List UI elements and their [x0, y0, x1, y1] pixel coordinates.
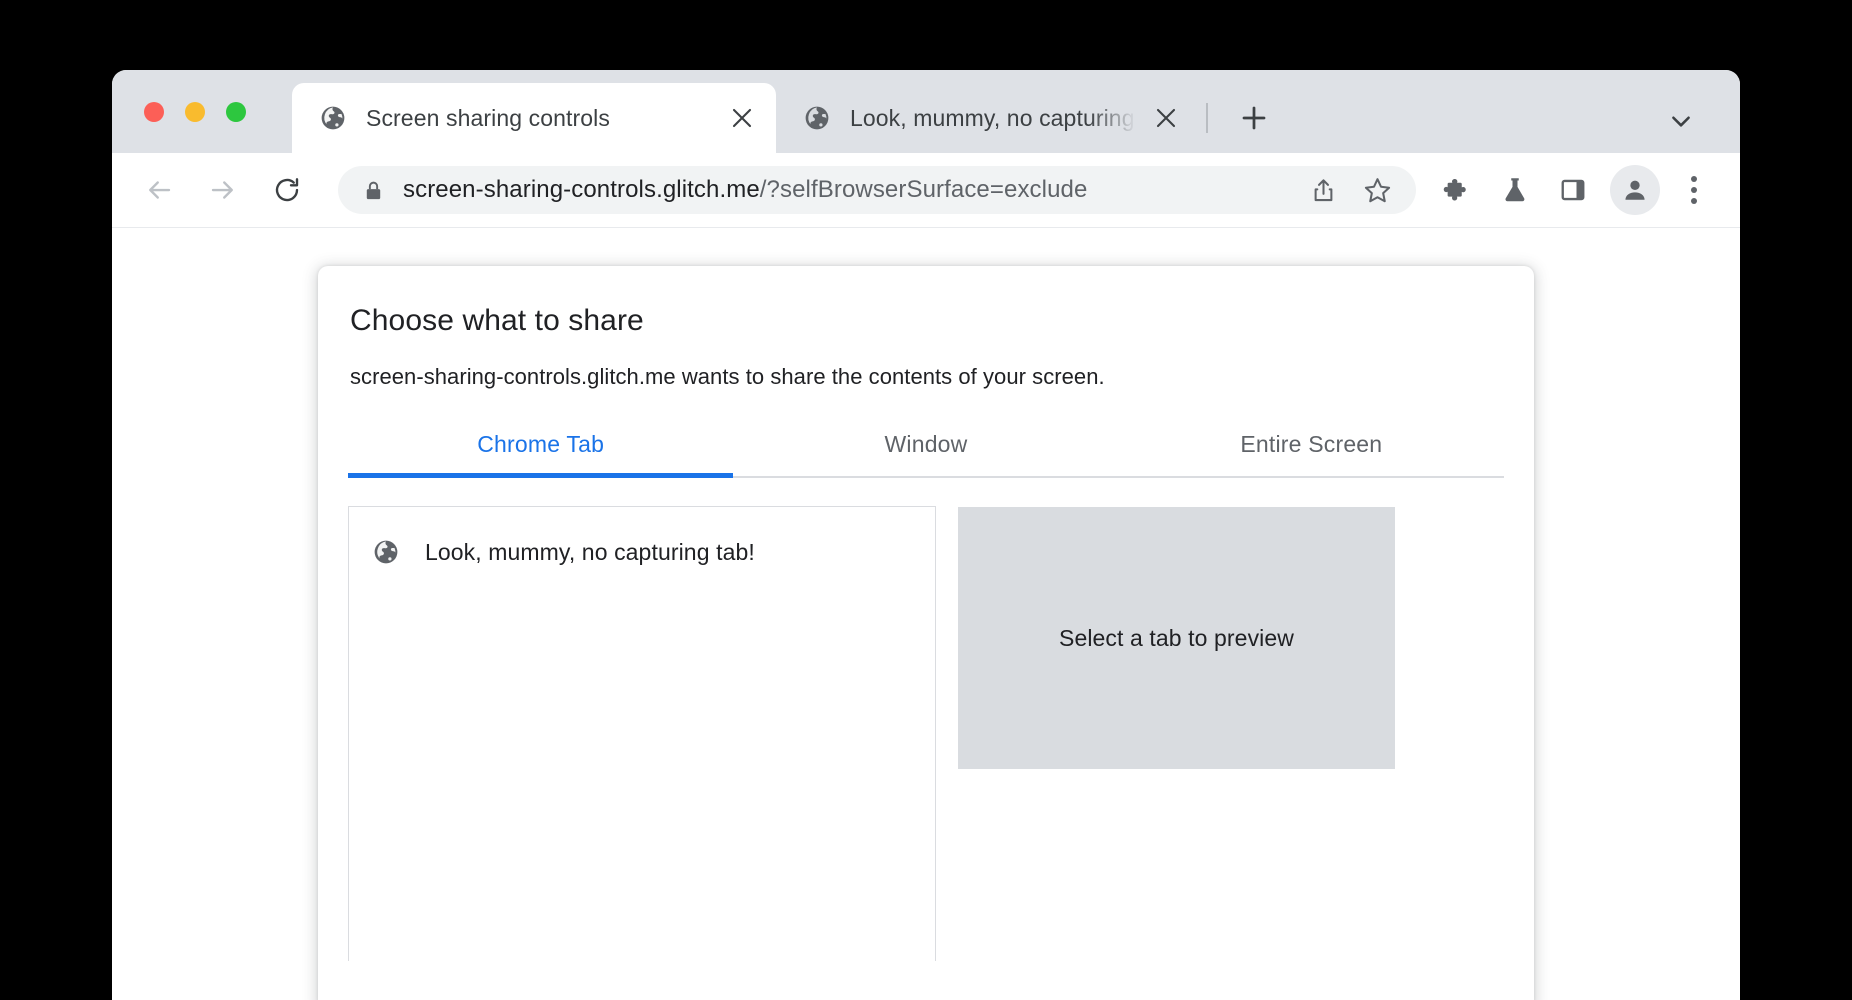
- tab-search-button[interactable]: [1658, 98, 1704, 144]
- bookmark-button[interactable]: [1352, 165, 1402, 215]
- browser-tab-close-button[interactable]: [718, 94, 766, 142]
- browser-tab-active[interactable]: Screen sharing controls: [292, 83, 776, 153]
- window-maximize-button[interactable]: [226, 102, 246, 122]
- address-bar[interactable]: screen-sharing-controls.glitch.me/?selfB…: [338, 166, 1416, 214]
- tab-separator: [1206, 103, 1208, 133]
- more-menu-icon: [1691, 176, 1697, 182]
- preview-pane: Select a tab to preview: [958, 506, 1504, 961]
- browser-toolbar: screen-sharing-controls.glitch.me/?selfB…: [112, 153, 1740, 227]
- new-tab-button[interactable]: [1226, 90, 1282, 146]
- arrow-left-icon: [149, 181, 171, 199]
- profile-button[interactable]: [1610, 165, 1660, 215]
- browser-tabs: Screen sharing controls Look, mummy, no …: [292, 83, 1282, 153]
- url-domain: screen-sharing-controls.glitch.me: [403, 176, 760, 203]
- dialog-tab-entire-screen[interactable]: Entire Screen: [1119, 425, 1504, 476]
- list-item-label: Look, mummy, no capturing tab!: [425, 538, 755, 565]
- side-panel-button[interactable]: [1546, 163, 1600, 217]
- url-path: /?selfBrowserSurface=exclude: [759, 176, 1088, 203]
- profile-avatar-icon: [1625, 180, 1645, 200]
- globe-icon: [374, 540, 398, 564]
- extensions-button[interactable]: [1430, 163, 1484, 217]
- reload-icon: [275, 178, 299, 202]
- tab-strip: Screen sharing controls Look, mummy, no …: [112, 70, 1740, 153]
- bookmark-star-icon: [1364, 177, 1390, 202]
- browser-tab-inactive[interactable]: Look, mummy, no capturing tab!: [776, 83, 1200, 153]
- browser-window: Screen sharing controls Look, mummy, no …: [112, 70, 1740, 1000]
- dialog-title: Choose what to share: [350, 304, 644, 337]
- window-minimize-button[interactable]: [185, 102, 205, 122]
- preview-placeholder-text: Select a tab to preview: [1059, 624, 1294, 651]
- more-menu-icon: [1691, 187, 1697, 193]
- close-icon: [1156, 108, 1176, 128]
- window-close-button[interactable]: [144, 102, 164, 122]
- page-content-area: Choose what to share screen-sharing-cont…: [112, 227, 1740, 1000]
- share-button[interactable]: [1298, 165, 1348, 215]
- back-button[interactable]: [132, 163, 186, 217]
- experiments-button[interactable]: [1488, 163, 1542, 217]
- globe-icon: [321, 106, 345, 130]
- address-bar-url: screen-sharing-controls.glitch.me/?selfB…: [403, 176, 1294, 204]
- chevron-down-icon: [1672, 116, 1690, 127]
- side-panel-icon: [1561, 179, 1585, 201]
- plus-icon: [1242, 106, 1266, 130]
- dialog-tab-chrome-tab[interactable]: Chrome Tab: [348, 425, 734, 478]
- source-list: Look, mummy, no capturing tab!: [348, 506, 936, 961]
- share-picker-dialog: Choose what to share screen-sharing-cont…: [318, 266, 1534, 1000]
- share-icon: [1314, 178, 1332, 201]
- list-item[interactable]: Look, mummy, no capturing tab!: [349, 525, 935, 579]
- dialog-subtitle: screen-sharing-controls.glitch.me wants …: [350, 364, 1105, 389]
- browser-tab-title: Look, mummy, no capturing tab!: [850, 104, 1142, 131]
- dialog-tab-window[interactable]: Window: [733, 425, 1118, 476]
- window-controls: [144, 102, 246, 122]
- browser-tab-title: Screen sharing controls: [366, 104, 610, 131]
- globe-icon: [805, 106, 829, 130]
- close-icon: [732, 108, 752, 128]
- more-menu-icon: [1691, 198, 1697, 204]
- preview-box: Select a tab to preview: [958, 507, 1395, 769]
- forward-button[interactable]: [196, 163, 250, 217]
- extensions-puzzle-icon: [1443, 179, 1466, 201]
- browser-tab-close-button[interactable]: [1142, 94, 1190, 142]
- reload-button[interactable]: [260, 163, 314, 217]
- dialog-tab-bar: Chrome Tab Window Entire Screen: [348, 425, 1504, 478]
- more-menu-button[interactable]: [1670, 163, 1718, 217]
- screenshot-root: Screen sharing controls Look, mummy, no …: [0, 0, 1852, 1000]
- experiments-flask-icon: [1505, 178, 1525, 202]
- lock-icon: [366, 181, 381, 199]
- dialog-body: Look, mummy, no capturing tab! Select a …: [348, 506, 1504, 961]
- arrow-right-icon: [211, 181, 233, 199]
